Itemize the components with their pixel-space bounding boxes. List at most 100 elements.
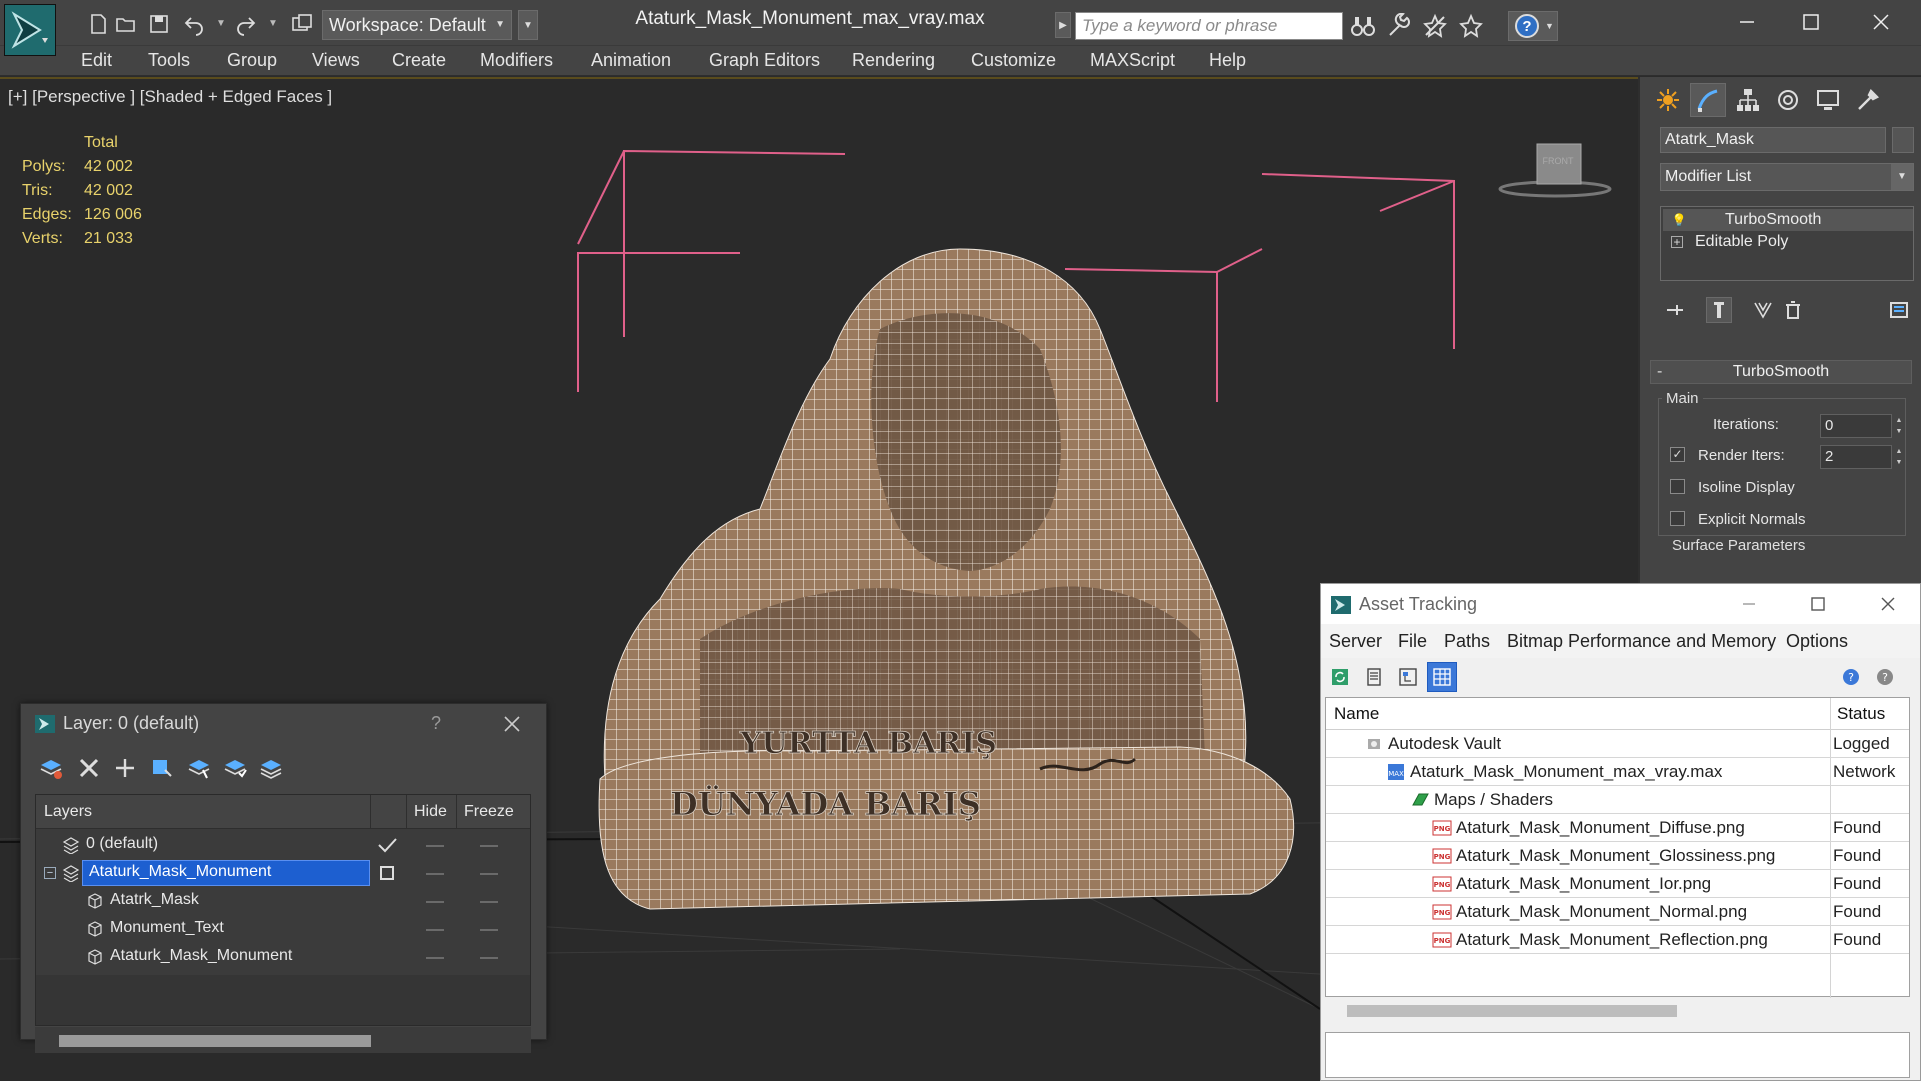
asset-row[interactable]: MAX Ataturk_Mask_Monument_max_vray.max N… xyxy=(1326,758,1909,786)
show-end-result-icon[interactable] xyxy=(1706,297,1732,323)
search-expand-button[interactable]: ▶ xyxy=(1055,12,1071,38)
stack-item-editable-poly[interactable]: + Editable Poly xyxy=(1663,231,1913,253)
menu-customize[interactable]: Customize xyxy=(971,50,1056,71)
menu-edit[interactable]: Edit xyxy=(81,50,112,71)
spinner-arrows-icon[interactable]: ▲ ▼ xyxy=(1893,415,1905,437)
asset-tracking-titlebar[interactable]: Asset Tracking xyxy=(1321,584,1920,624)
menu-graph-editors[interactable]: Graph Editors xyxy=(709,50,820,71)
viewcube[interactable] xyxy=(1495,134,1615,204)
utilities-tab-icon[interactable] xyxy=(1850,83,1886,117)
modifier-list-dropdown[interactable]: Modifier List ▼ xyxy=(1660,163,1914,191)
layer-row[interactable]: Atatrk_Mask xyxy=(36,887,530,915)
layer-explorer-titlebar[interactable]: Layer: 0 (default) ? xyxy=(21,704,546,744)
asset-menu-paths[interactable]: Paths xyxy=(1444,631,1490,652)
search-input[interactable] xyxy=(1075,12,1343,40)
menu-views[interactable]: Views xyxy=(312,50,360,71)
asset-menu-file[interactable]: File xyxy=(1398,631,1427,652)
column-layers[interactable]: Layers xyxy=(44,803,92,821)
asset-row[interactable]: PNG Ataturk_Mask_Monument_Normal.png Fou… xyxy=(1326,898,1909,926)
explicit-normals-checkbox[interactable] xyxy=(1670,511,1685,526)
vault-help-icon[interactable]: ? xyxy=(1836,662,1866,692)
undo-icon[interactable] xyxy=(180,10,208,38)
list-view-icon[interactable] xyxy=(1359,662,1389,692)
hide-toggle[interactable] xyxy=(426,957,444,959)
hide-toggle[interactable] xyxy=(426,929,444,931)
menu-group[interactable]: Group xyxy=(227,50,277,71)
add-to-layer-icon[interactable] xyxy=(145,752,177,784)
new-file-icon[interactable] xyxy=(84,10,112,38)
column-freeze[interactable]: Freeze xyxy=(464,803,514,821)
layer-row[interactable]: Ataturk_Mask_Monument xyxy=(36,943,530,971)
object-color-swatch[interactable] xyxy=(1892,127,1914,153)
menu-animation[interactable]: Animation xyxy=(591,50,671,71)
pin-stack-icon[interactable] xyxy=(1662,297,1688,323)
menu-create[interactable]: Create xyxy=(392,50,446,71)
render-iters-checkbox[interactable]: ✓ xyxy=(1670,447,1685,462)
iterations-spinner[interactable]: 0 ▲ ▼ xyxy=(1820,414,1902,438)
asset-row[interactable]: PNG Ataturk_Mask_Monument_Reflection.png… xyxy=(1326,926,1909,954)
binoculars-icon[interactable] xyxy=(1348,11,1378,41)
freeze-toggle[interactable] xyxy=(480,901,498,903)
menu-tools[interactable]: Tools xyxy=(148,50,190,71)
viewcube-front-label[interactable]: FRONT xyxy=(1533,156,1583,166)
tree-view-icon[interactable] xyxy=(1393,662,1423,692)
delete-layer-icon[interactable] xyxy=(73,752,105,784)
viewport-label[interactable]: [+] [Perspective ] [Shaded + Edged Faces… xyxy=(8,87,332,107)
asset-menu-options[interactable]: Options xyxy=(1786,631,1848,652)
asset-menu-bitmap-performance[interactable]: Bitmap Performance and Memory xyxy=(1507,631,1776,652)
project-folder-icon[interactable] xyxy=(288,10,316,38)
create-tab-icon[interactable] xyxy=(1650,83,1686,117)
open-file-icon[interactable] xyxy=(112,10,140,38)
remove-modifier-icon[interactable] xyxy=(1780,297,1806,323)
display-tab-icon[interactable] xyxy=(1810,83,1846,117)
workspace-menu-button[interactable]: ▼ xyxy=(518,10,538,40)
menu-rendering[interactable]: Rendering xyxy=(852,50,935,71)
close-button[interactable] xyxy=(1851,4,1911,40)
asset-row[interactable]: Maps / Shaders xyxy=(1326,786,1909,814)
settings-help-icon[interactable]: ? xyxy=(1870,662,1900,692)
configure-sets-icon[interactable] xyxy=(1886,297,1912,323)
hide-toggle[interactable] xyxy=(426,901,444,903)
scrollbar-thumb[interactable] xyxy=(59,1035,371,1047)
maximize-button[interactable] xyxy=(1781,4,1841,40)
redo-dropdown-icon[interactable]: ▼ xyxy=(268,18,278,29)
collapse-minus-icon[interactable]: − xyxy=(44,867,56,879)
freeze-toggle[interactable] xyxy=(480,957,498,959)
object-name-field[interactable] xyxy=(1660,127,1886,153)
menu-help[interactable]: Help xyxy=(1209,50,1246,71)
maximize-button[interactable] xyxy=(1793,589,1843,619)
freeze-toggle[interactable] xyxy=(480,873,498,875)
column-hide[interactable]: Hide xyxy=(414,803,447,821)
layer-horizontal-scrollbar[interactable] xyxy=(35,1027,531,1053)
close-button[interactable] xyxy=(1863,589,1913,619)
menu-modifiers[interactable]: Modifiers xyxy=(480,50,553,71)
make-unique-icon[interactable] xyxy=(1750,297,1776,323)
lightbulb-icon[interactable]: 💡 xyxy=(1671,212,1687,228)
help-icon[interactable]: ? xyxy=(431,713,441,734)
hide-toggle[interactable] xyxy=(426,845,444,847)
help-button[interactable]: ? ▼ xyxy=(1508,11,1558,41)
spinner-arrows-icon[interactable]: ▲ ▼ xyxy=(1893,446,1905,468)
scrollbar-thumb[interactable] xyxy=(1347,1005,1677,1017)
undo-dropdown-icon[interactable]: ▼ xyxy=(216,18,226,29)
redo-icon[interactable] xyxy=(232,10,260,38)
layer-properties-icon[interactable] xyxy=(35,752,67,784)
turbosmooth-rollout-header[interactable]: - TurboSmooth xyxy=(1650,360,1912,384)
asset-row[interactable]: Autodesk Vault Logged xyxy=(1326,730,1909,758)
select-layer-objects-icon[interactable] xyxy=(183,752,215,784)
refresh-icon[interactable] xyxy=(1325,662,1355,692)
set-current-layer-icon[interactable] xyxy=(219,752,251,784)
render-iters-spinner[interactable]: 2 ▲ ▼ xyxy=(1820,445,1902,469)
minimize-button[interactable] xyxy=(1724,589,1774,619)
create-layer-icon[interactable] xyxy=(109,752,141,784)
asset-row[interactable]: PNG Ataturk_Mask_Monument_Glossiness.png… xyxy=(1326,842,1909,870)
expand-plus-icon[interactable]: + xyxy=(1671,236,1683,248)
layer-row[interactable]: Monument_Text xyxy=(36,915,530,943)
isoline-display-checkbox[interactable] xyxy=(1670,479,1685,494)
modify-tab-icon[interactable] xyxy=(1690,83,1726,117)
hide-toggle[interactable] xyxy=(426,873,444,875)
app-menu-button[interactable] xyxy=(4,4,56,56)
column-name[interactable]: Name xyxy=(1334,704,1379,724)
layer-row[interactable]: 0 (default) xyxy=(36,831,530,859)
menu-maxscript[interactable]: MAXScript xyxy=(1090,50,1175,71)
